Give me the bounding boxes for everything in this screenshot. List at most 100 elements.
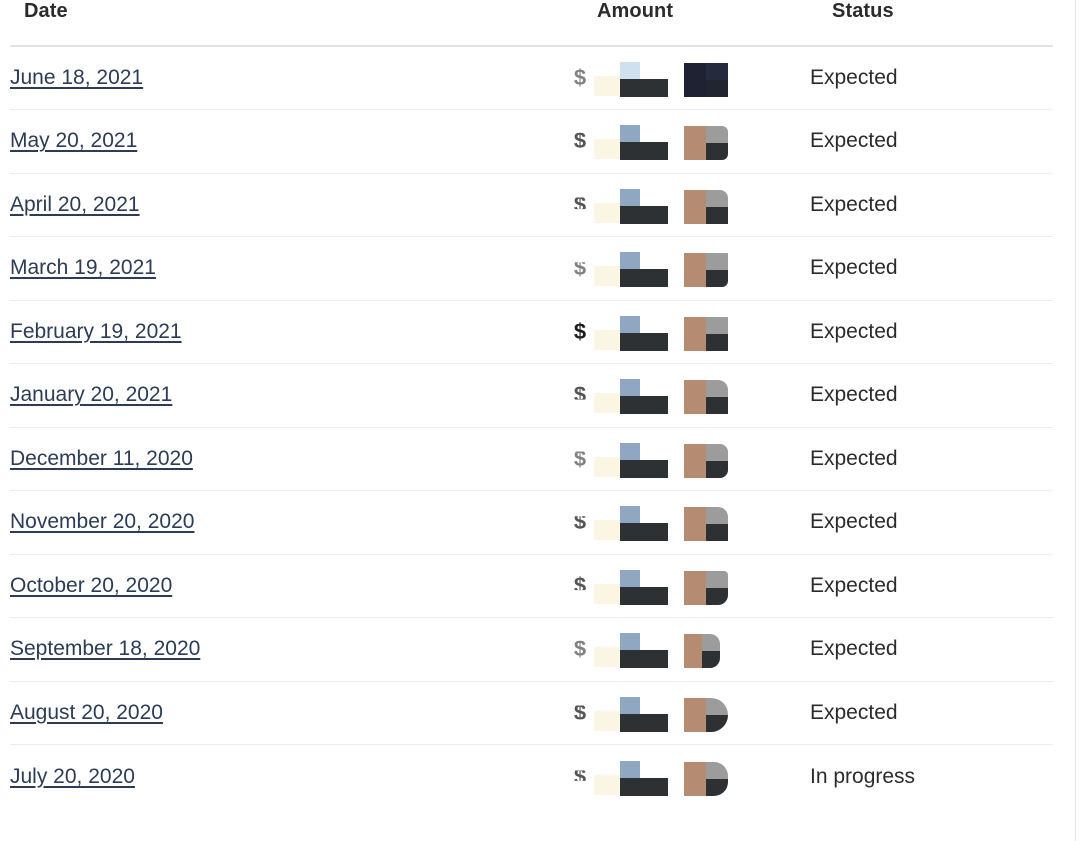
redaction-swatch-charcoal <box>706 206 728 224</box>
redaction-swatch-cream <box>594 710 620 731</box>
table-header-row: Date Amount Status <box>10 0 1053 47</box>
table-body: June 18, 2021 $ Expected May 20, 2021 $ Expec… <box>10 46 1053 808</box>
status-label: Expected <box>810 319 898 343</box>
payment-date-link[interactable]: April 20, 2021 <box>10 193 140 217</box>
redaction-swatch-gray <box>706 443 728 461</box>
column-header-date[interactable]: Date <box>10 0 570 47</box>
redaction-block-secondary <box>684 126 728 161</box>
redacted-amount-value: $ <box>570 629 810 669</box>
redaction-swatch-darkbar <box>620 777 668 796</box>
redaction-block-primary <box>594 569 668 605</box>
redaction-swatch-darkbar <box>620 269 668 288</box>
redaction-swatch-charcoal <box>706 587 728 605</box>
table-cell-status: In progress <box>810 745 1053 809</box>
table-cell-date: October 20, 2020 <box>10 554 570 618</box>
redacted-amount-value: $ <box>570 439 810 479</box>
table-row: June 18, 2021 $ Expected <box>10 46 1053 110</box>
table-cell-date: February 19, 2021 <box>10 300 570 364</box>
currency-symbol: $ <box>573 765 587 788</box>
redacted-amount-value: $ <box>570 375 810 415</box>
redaction-blocks <box>594 440 728 478</box>
redaction-swatch-darkbar <box>620 332 668 351</box>
table-cell-date: May 20, 2021 <box>10 109 570 174</box>
redaction-swatch-bluetab <box>620 379 640 398</box>
status-label: In progress <box>810 764 916 788</box>
redaction-block-secondary <box>684 63 728 97</box>
redaction-blocks <box>594 59 728 97</box>
table-row: May 20, 2021 $ Expected <box>10 109 1053 174</box>
table-cell-amount: $ <box>570 745 810 809</box>
payment-date-link[interactable]: June 18, 2021 <box>10 66 143 90</box>
table-cell-status: Expected <box>810 109 1053 174</box>
redaction-block-secondary <box>684 570 728 605</box>
redaction-blocks <box>594 376 728 415</box>
redaction-block-primary <box>594 252 668 288</box>
payment-date-link[interactable]: November 20, 2020 <box>10 510 194 534</box>
table-cell-date: September 18, 2020 <box>10 617 570 682</box>
currency-symbol: $ <box>573 701 587 724</box>
table-cell-status: Expected <box>810 427 1053 491</box>
redacted-amount-value: $ <box>570 185 810 225</box>
redaction-swatch-bluetab <box>620 188 640 207</box>
status-label: Expected <box>810 192 898 216</box>
payment-date-link[interactable]: January 20, 2021 <box>10 383 172 407</box>
redaction-swatch-bluetab <box>620 506 640 525</box>
redaction-blocks <box>594 186 728 224</box>
table-cell-date: December 11, 2020 <box>10 427 570 491</box>
page-right-edge-divider <box>1075 0 1076 841</box>
redaction-swatch-darkbar <box>620 205 668 224</box>
redaction-swatch-darkbar <box>620 142 668 161</box>
redaction-swatch-bluetab <box>620 633 640 652</box>
table-cell-date: March 19, 2021 <box>10 236 570 301</box>
table-cell-amount: $ <box>570 300 810 364</box>
table-row: October 20, 2020 $ Expected <box>10 554 1053 618</box>
payment-date-link[interactable]: October 20, 2020 <box>10 574 172 598</box>
redaction-block-secondary <box>684 380 728 415</box>
redaction-swatch-tan <box>684 507 706 542</box>
column-header-status[interactable]: Status <box>810 0 1053 47</box>
payment-date-link[interactable]: July 20, 2020 <box>10 765 135 789</box>
redaction-swatch-bluetab <box>620 442 640 461</box>
table-row: December 11, 2020 $ Expected <box>10 427 1053 491</box>
payment-date-link[interactable]: December 11, 2020 <box>10 447 193 471</box>
redaction-block-primary <box>594 125 668 161</box>
redaction-swatch-charcoal <box>706 333 728 351</box>
currency-symbol: $ <box>573 447 587 470</box>
payment-date-link[interactable]: May 20, 2021 <box>10 129 137 153</box>
redaction-blocks <box>594 122 728 161</box>
redaction-blocks <box>594 567 728 605</box>
payment-date-link[interactable]: September 18, 2020 <box>10 637 200 661</box>
column-header-amount[interactable]: Amount <box>570 0 810 47</box>
redaction-swatch-darkbar <box>620 650 668 669</box>
redaction-block-primary <box>594 696 668 732</box>
redaction-swatch-tan <box>684 253 706 288</box>
table-cell-date: June 18, 2021 <box>10 46 570 110</box>
currency-symbol: $ <box>573 511 587 534</box>
table-cell-amount: $ <box>570 109 810 174</box>
redaction-swatch-cream <box>594 393 620 414</box>
payment-date-link[interactable]: March 19, 2021 <box>10 256 156 280</box>
table-row: February 19, 2021 $ Expected <box>10 300 1053 364</box>
payment-date-link[interactable]: August 20, 2020 <box>10 701 163 725</box>
redaction-swatch-darkbar <box>620 713 668 732</box>
status-label: Expected <box>810 573 898 597</box>
redaction-swatch-cream <box>594 647 620 668</box>
redaction-swatch-charcoal <box>702 651 720 669</box>
table-cell-date: January 20, 2021 <box>10 363 570 428</box>
redaction-block-secondary <box>684 507 728 542</box>
redacted-amount-value: $ <box>570 312 810 352</box>
redaction-block-primary <box>594 633 668 669</box>
redaction-swatch-darkbar <box>620 79 668 97</box>
redaction-swatch-cream <box>594 266 620 287</box>
redaction-swatch-gray <box>706 380 728 398</box>
redaction-swatch-tan <box>684 697 706 732</box>
table-cell-status: Expected <box>810 173 1053 237</box>
status-label: Expected <box>810 700 898 724</box>
currency-symbol: $ <box>573 638 587 661</box>
redaction-swatch-darkbar <box>620 459 668 478</box>
redaction-block-secondary <box>684 634 720 669</box>
table-cell-amount: $ <box>570 554 810 618</box>
payment-date-link[interactable]: February 19, 2021 <box>10 320 182 344</box>
currency-symbol: $ <box>573 320 587 343</box>
redaction-swatch-gray <box>706 316 728 334</box>
